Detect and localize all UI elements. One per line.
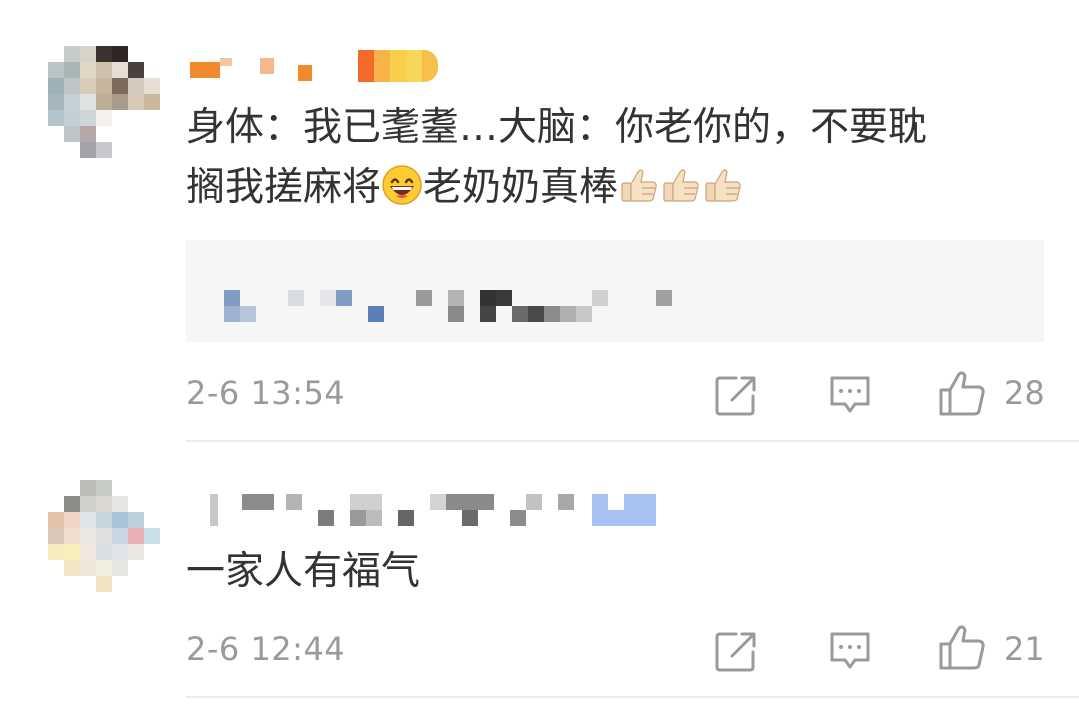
like-icon[interactable]: [938, 624, 986, 672]
thumbs-up-icon: [702, 164, 744, 224]
like-count: 28: [1004, 374, 1045, 412]
grinning-face-icon: [381, 164, 423, 224]
comment-text-line: 一家人有福气: [186, 549, 421, 594]
avatar[interactable]: [48, 46, 160, 158]
comment-text-segment: 搁我搓麻将: [186, 165, 382, 210]
divider: [186, 440, 1079, 442]
comment-text: 一家人有福气: [186, 542, 1046, 602]
comment-timestamp: 2-6 13:54: [186, 374, 346, 412]
comment-text-line: 身体：我已耄耋…大脑：你老你的，不要耽: [186, 105, 928, 150]
comment-text-segment: 老奶奶真棒: [423, 165, 619, 210]
share-icon[interactable]: [714, 630, 758, 674]
like-count: 21: [1004, 630, 1045, 668]
avatar[interactable]: [48, 480, 160, 592]
comment-icon[interactable]: [828, 374, 872, 418]
thumbs-up-icon: [618, 164, 660, 224]
divider: [186, 696, 1079, 698]
comment-text-line: 搁我搓麻将 老奶奶真棒: [186, 158, 1046, 224]
comment-icon[interactable]: [828, 630, 872, 674]
username[interactable]: [190, 494, 660, 530]
thumbs-up-icon: [660, 164, 702, 224]
comment-timestamp: 2-6 12:44: [186, 630, 346, 668]
like-icon[interactable]: [938, 370, 986, 418]
reply-preview-box[interactable]: [186, 240, 1044, 342]
username[interactable]: [190, 48, 438, 84]
share-icon[interactable]: [714, 374, 758, 418]
comment-text: 身体：我已耄耋…大脑：你老你的，不要耽 搁我搓麻将 老奶奶真棒: [186, 98, 1046, 224]
